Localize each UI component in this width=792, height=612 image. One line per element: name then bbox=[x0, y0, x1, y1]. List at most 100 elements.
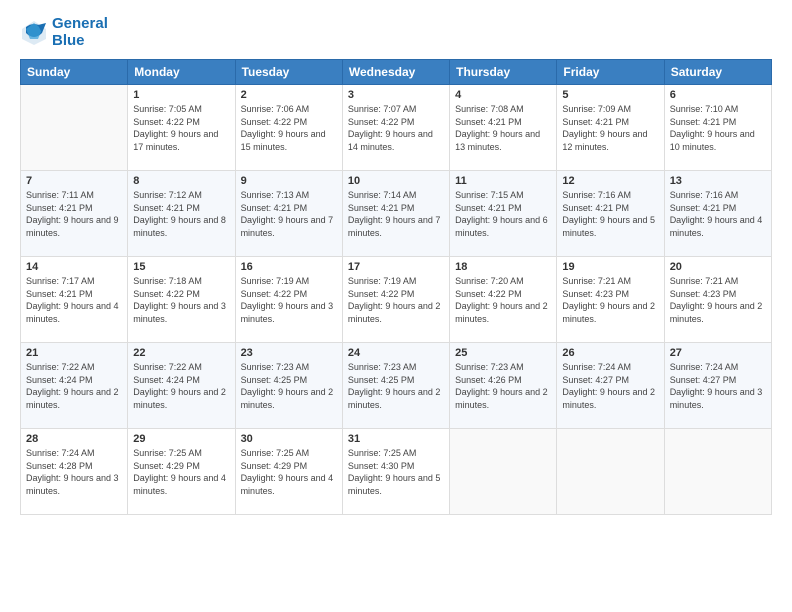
calendar-cell: 29 Sunrise: 7:25 AMSunset: 4:29 PMDayligh… bbox=[128, 429, 235, 515]
day-detail: Sunrise: 7:24 AMSunset: 4:27 PMDaylight:… bbox=[670, 361, 766, 411]
day-number: 7 bbox=[26, 175, 122, 187]
day-number: 16 bbox=[241, 261, 337, 273]
day-detail: Sunrise: 7:14 AMSunset: 4:21 PMDaylight:… bbox=[348, 189, 444, 239]
calendar-cell: 1 Sunrise: 7:05 AMSunset: 4:22 PMDaylight… bbox=[128, 85, 235, 171]
day-detail: Sunrise: 7:16 AMSunset: 4:21 PMDaylight:… bbox=[562, 189, 658, 239]
day-number: 24 bbox=[348, 347, 444, 359]
calendar-cell: 10 Sunrise: 7:14 AMSunset: 4:21 PMDayligh… bbox=[342, 171, 449, 257]
day-number: 21 bbox=[26, 347, 122, 359]
day-detail: Sunrise: 7:20 AMSunset: 4:22 PMDaylight:… bbox=[455, 275, 551, 325]
calendar-cell bbox=[450, 429, 557, 515]
day-number: 10 bbox=[348, 175, 444, 187]
calendar-cell bbox=[557, 429, 664, 515]
weekday-header-tuesday: Tuesday bbox=[235, 60, 342, 85]
day-detail: Sunrise: 7:12 AMSunset: 4:21 PMDaylight:… bbox=[133, 189, 229, 239]
calendar-cell: 5 Sunrise: 7:09 AMSunset: 4:21 PMDaylight… bbox=[557, 85, 664, 171]
day-detail: Sunrise: 7:08 AMSunset: 4:21 PMDaylight:… bbox=[455, 103, 551, 153]
calendar-week-2: 7 Sunrise: 7:11 AMSunset: 4:21 PMDaylight… bbox=[21, 171, 772, 257]
day-number: 8 bbox=[133, 175, 229, 187]
day-number: 4 bbox=[455, 89, 551, 101]
day-number: 14 bbox=[26, 261, 122, 273]
calendar-cell: 26 Sunrise: 7:24 AMSunset: 4:27 PMDayligh… bbox=[557, 343, 664, 429]
calendar-cell: 4 Sunrise: 7:08 AMSunset: 4:21 PMDaylight… bbox=[450, 85, 557, 171]
day-number: 15 bbox=[133, 261, 229, 273]
weekday-header-wednesday: Wednesday bbox=[342, 60, 449, 85]
day-detail: Sunrise: 7:25 AMSunset: 4:29 PMDaylight:… bbox=[133, 447, 229, 497]
day-number: 28 bbox=[26, 433, 122, 445]
calendar-week-5: 28Sunrise: 7:24 AMSunset: 4:28 PMDayligh… bbox=[21, 429, 772, 515]
calendar-cell: 25 Sunrise: 7:23 AMSunset: 4:26 PMDayligh… bbox=[450, 343, 557, 429]
calendar-cell bbox=[664, 429, 771, 515]
calendar-cell: 18 Sunrise: 7:20 AMSunset: 4:22 PMDayligh… bbox=[450, 257, 557, 343]
calendar-cell: 19Sunrise: 7:21 AMSunset: 4:23 PMDayligh… bbox=[557, 257, 664, 343]
day-detail: Sunrise: 7:19 AMSunset: 4:22 PMDaylight:… bbox=[348, 275, 444, 325]
calendar-cell: 23Sunrise: 7:23 AMSunset: 4:25 PMDayligh… bbox=[235, 343, 342, 429]
day-number: 25 bbox=[455, 347, 551, 359]
day-number: 23 bbox=[241, 347, 337, 359]
day-number: 31 bbox=[348, 433, 444, 445]
logo: General Blue bbox=[20, 16, 108, 49]
day-number: 5 bbox=[562, 89, 658, 101]
calendar-cell: 2Sunrise: 7:06 AMSunset: 4:22 PMDaylight… bbox=[235, 85, 342, 171]
calendar-cell bbox=[21, 85, 128, 171]
calendar-body: 1 Sunrise: 7:05 AMSunset: 4:22 PMDaylight… bbox=[21, 85, 772, 515]
day-detail: Sunrise: 7:25 AMSunset: 4:30 PMDaylight:… bbox=[348, 447, 444, 497]
calendar-cell: 20 Sunrise: 7:21 AMSunset: 4:23 PMDayligh… bbox=[664, 257, 771, 343]
day-detail: Sunrise: 7:22 AMSunset: 4:24 PMDaylight:… bbox=[133, 361, 229, 411]
calendar-cell: 30 Sunrise: 7:25 AMSunset: 4:29 PMDayligh… bbox=[235, 429, 342, 515]
weekday-header-row: SundayMondayTuesdayWednesdayThursdayFrid… bbox=[21, 60, 772, 85]
calendar-cell: 24 Sunrise: 7:23 AMSunset: 4:25 PMDayligh… bbox=[342, 343, 449, 429]
day-number: 13 bbox=[670, 175, 766, 187]
day-detail: Sunrise: 7:05 AMSunset: 4:22 PMDaylight:… bbox=[133, 103, 229, 153]
day-detail: Sunrise: 7:19 AMSunset: 4:22 PMDaylight:… bbox=[241, 275, 337, 325]
calendar-week-4: 21 Sunrise: 7:22 AMSunset: 4:24 PMDayligh… bbox=[21, 343, 772, 429]
calendar-cell: 21 Sunrise: 7:22 AMSunset: 4:24 PMDayligh… bbox=[21, 343, 128, 429]
day-detail: Sunrise: 7:13 AMSunset: 4:21 PMDaylight:… bbox=[241, 189, 337, 239]
calendar-table: SundayMondayTuesdayWednesdayThursdayFrid… bbox=[20, 59, 772, 515]
day-number: 3 bbox=[348, 89, 444, 101]
day-number: 1 bbox=[133, 89, 229, 101]
logo-icon bbox=[20, 19, 48, 47]
day-number: 2 bbox=[241, 89, 337, 101]
day-number: 12 bbox=[562, 175, 658, 187]
day-detail: Sunrise: 7:24 AMSunset: 4:27 PMDaylight:… bbox=[562, 361, 658, 411]
day-detail: Sunrise: 7:22 AMSunset: 4:24 PMDaylight:… bbox=[26, 361, 122, 411]
calendar-cell: 22 Sunrise: 7:22 AMSunset: 4:24 PMDayligh… bbox=[128, 343, 235, 429]
day-number: 11 bbox=[455, 175, 551, 187]
calendar-cell: 6 Sunrise: 7:10 AMSunset: 4:21 PMDaylight… bbox=[664, 85, 771, 171]
day-number: 18 bbox=[455, 261, 551, 273]
calendar-cell: 15 Sunrise: 7:18 AMSunset: 4:22 PMDayligh… bbox=[128, 257, 235, 343]
day-detail: Sunrise: 7:21 AMSunset: 4:23 PMDaylight:… bbox=[670, 275, 766, 325]
day-number: 30 bbox=[241, 433, 337, 445]
day-detail: Sunrise: 7:15 AMSunset: 4:21 PMDaylight:… bbox=[455, 189, 551, 239]
calendar-cell: 11 Sunrise: 7:15 AMSunset: 4:21 PMDayligh… bbox=[450, 171, 557, 257]
day-number: 26 bbox=[562, 347, 658, 359]
calendar-cell: 12 Sunrise: 7:16 AMSunset: 4:21 PMDayligh… bbox=[557, 171, 664, 257]
calendar-cell: 3Sunrise: 7:07 AMSunset: 4:22 PMDaylight… bbox=[342, 85, 449, 171]
day-number: 9 bbox=[241, 175, 337, 187]
day-number: 17 bbox=[348, 261, 444, 273]
calendar-cell: 31 Sunrise: 7:25 AMSunset: 4:30 PMDayligh… bbox=[342, 429, 449, 515]
logo-text: General Blue bbox=[52, 16, 108, 49]
day-detail: Sunrise: 7:09 AMSunset: 4:21 PMDaylight:… bbox=[562, 103, 658, 153]
day-detail: Sunrise: 7:23 AMSunset: 4:25 PMDaylight:… bbox=[348, 361, 444, 411]
day-number: 27 bbox=[670, 347, 766, 359]
calendar-cell: 14Sunrise: 7:17 AMSunset: 4:21 PMDayligh… bbox=[21, 257, 128, 343]
header: General Blue bbox=[20, 16, 772, 49]
day-number: 6 bbox=[670, 89, 766, 101]
weekday-header-saturday: Saturday bbox=[664, 60, 771, 85]
day-number: 29 bbox=[133, 433, 229, 445]
calendar-cell: 17 Sunrise: 7:19 AMSunset: 4:22 PMDayligh… bbox=[342, 257, 449, 343]
calendar-cell: 13Sunrise: 7:16 AMSunset: 4:21 PMDayligh… bbox=[664, 171, 771, 257]
day-detail: Sunrise: 7:25 AMSunset: 4:29 PMDaylight:… bbox=[241, 447, 337, 497]
day-detail: Sunrise: 7:23 AMSunset: 4:26 PMDaylight:… bbox=[455, 361, 551, 411]
day-detail: Sunrise: 7:10 AMSunset: 4:21 PMDaylight:… bbox=[670, 103, 766, 153]
day-detail: Sunrise: 7:11 AMSunset: 4:21 PMDaylight:… bbox=[26, 189, 122, 239]
calendar-cell: 9 Sunrise: 7:13 AMSunset: 4:21 PMDaylight… bbox=[235, 171, 342, 257]
day-number: 22 bbox=[133, 347, 229, 359]
day-detail: Sunrise: 7:18 AMSunset: 4:22 PMDaylight:… bbox=[133, 275, 229, 325]
weekday-header-sunday: Sunday bbox=[21, 60, 128, 85]
day-detail: Sunrise: 7:21 AMSunset: 4:23 PMDaylight:… bbox=[562, 275, 658, 325]
day-number: 20 bbox=[670, 261, 766, 273]
calendar-week-1: 1 Sunrise: 7:05 AMSunset: 4:22 PMDaylight… bbox=[21, 85, 772, 171]
